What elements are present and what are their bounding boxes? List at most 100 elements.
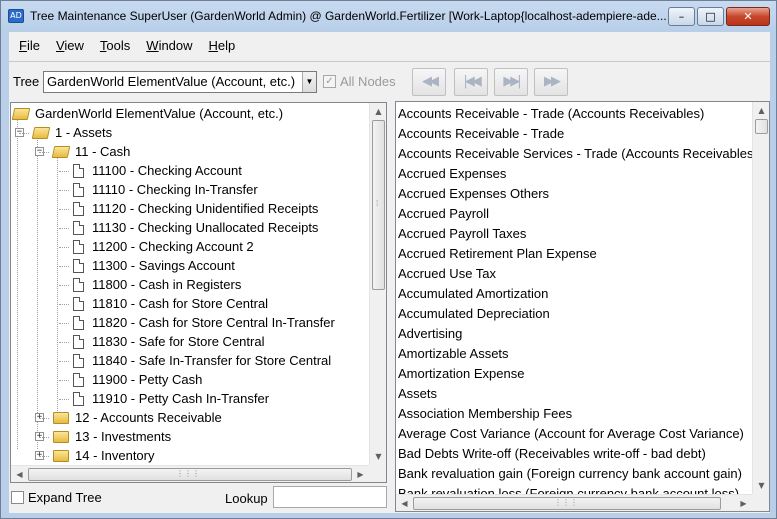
list-item[interactable]: Accrued Payroll Taxes [398,224,526,244]
tree-node-label: 11110 - Checking In-Transfer [92,182,258,197]
tree-leaf[interactable]: 11810 - Cash for Store Central [73,294,268,313]
document-icon [73,239,84,254]
tree-leaf[interactable]: 11820 - Cash for Store Central In-Transf… [73,313,335,332]
list-item[interactable]: Accumulated Depreciation [398,304,550,324]
tree-leaf[interactable]: 11120 - Checking Unidentified Receipts [73,199,318,218]
scroll-thumb[interactable]: ⁞ [372,120,385,290]
close-button[interactable]: ✕ [726,7,770,26]
last-button: ▶▶ [534,68,568,96]
tree-vertical-scrollbar[interactable]: ▲ ⁞ ▼ [369,103,386,465]
list-item[interactable]: Accrued Payroll [398,204,489,224]
checkbox-icon[interactable] [11,491,24,504]
menu-item[interactable]: View [48,32,92,59]
list-item[interactable]: Average Cost Variance (Account for Avera… [398,424,744,444]
tree-node-label: 11200 - Checking Account 2 [92,239,254,254]
tree-folder[interactable]: 1 - Assets [31,123,113,142]
menu-bar: File View Tools Window Help [9,32,770,59]
expand-tree-checkbox[interactable]: Expand Tree [11,490,102,505]
list-item[interactable]: Accumulated Amortization [398,284,548,304]
menu-item[interactable]: Help [201,32,244,59]
maximize-button[interactable]: □ [697,7,724,26]
lookup-label: Lookup [225,491,268,506]
scroll-up-icon[interactable]: ▲ [370,103,386,120]
list-item[interactable]: Accrued Expenses [398,164,506,184]
list-item[interactable]: Bank revaluation loss (Foreign currency … [398,484,739,494]
tree-leaf[interactable]: 11910 - Petty Cash In-Transfer [73,389,269,408]
tree-folder[interactable]: 14 - Inventory [53,446,155,465]
tree-label: Tree [13,74,40,89]
scroll-left-icon[interactable]: ◀ [11,466,28,482]
scroll-down-icon[interactable]: ▼ [753,477,769,494]
document-icon [73,296,84,311]
scroll-up-icon[interactable]: ▲ [753,102,769,119]
list-item[interactable]: Assets [398,384,437,404]
scroll-left-icon[interactable]: ◀ [396,495,413,511]
tree-node-label: 11130 - Checking Unallocated Receipts [92,220,319,235]
scroll-thumb-horizontal[interactable]: ⋮⋮⋮ [413,497,721,510]
list-item[interactable]: Association Membership Fees [398,404,572,424]
menu-item[interactable]: File [11,32,48,59]
tree-node-label: 11810 - Cash for Store Central [92,296,269,311]
list-item[interactable]: Accrued Retirement Plan Expense [398,244,597,264]
tree-node-label: 11910 - Petty Cash In-Transfer [92,391,270,406]
node-list-panel: Accounts Receivable - Trade (Accounts Re… [395,101,770,512]
tree-node-label: 13 - Investments [75,429,172,444]
list-item[interactable]: Accounts Receivable Services - Trade (Ac… [398,144,752,164]
list-vertical-scrollbar[interactable]: ▲ ▼ [752,102,769,494]
tree-node-label: 1 - Assets [55,125,113,140]
scroll-right-icon[interactable]: ▶ [352,466,369,482]
tree-leaf[interactable]: 11100 - Checking Account [73,161,242,180]
list-item[interactable]: Amortization Expense [398,364,524,384]
tree-select[interactable]: GardenWorld ElementValue (Account, etc.)… [43,71,317,93]
scroll-thumb[interactable] [755,119,768,134]
tree-folder[interactable]: 11 - Cash [51,142,131,161]
list-item[interactable]: Bank revaluation gain (Foreign currency … [398,464,742,484]
menu-item[interactable]: Tools [92,32,138,59]
lookup-input[interactable] [273,486,387,508]
first-icon: ◀◀ [422,74,439,89]
tree-node-label: GardenWorld ElementValue (Account, etc.) [35,106,284,121]
folder-open-icon [11,107,31,120]
list-item[interactable]: Accrued Expenses Others [398,184,549,204]
list-item[interactable]: Accounts Receivable - Trade [398,124,564,144]
tree-folder[interactable]: GardenWorld ElementValue (Account, etc.) [11,104,284,123]
tree-node-label: 11820 - Cash for Store Central In-Transf… [92,315,335,330]
tree-folder[interactable]: 12 - Accounts Receivable [53,408,222,427]
tree-leaf[interactable]: 11300 - Savings Account [73,256,235,275]
list-item[interactable]: Advertising [398,324,462,344]
scroll-thumb-horizontal[interactable]: ⋮⋮⋮ [28,468,352,481]
tree-leaf[interactable]: 11830 - Safe for Store Central [73,332,264,351]
scroll-right-icon[interactable]: ▶ [735,495,752,511]
list-item[interactable]: Amortizable Assets [398,344,509,364]
list-horizontal-scrollbar[interactable]: ◀ ⋮⋮⋮ ▶ [396,494,752,511]
tree-node-label: 11120 - Checking Unidentified Receipts [92,201,319,216]
tree-view[interactable]: GardenWorld ElementValue (Account, etc.)… [11,103,369,465]
tree-leaf[interactable]: 11110 - Checking In-Transfer [73,180,258,199]
tree-leaf[interactable]: 11900 - Petty Cash [73,370,202,389]
tree-leaf[interactable]: 11130 - Checking Unallocated Receipts [73,218,318,237]
checkbox-icon: ✓ [323,75,336,88]
client-area: File View Tools Window Help Tree GardenWorld… [9,32,770,513]
expand-tree-label: Expand Tree [28,490,102,505]
tree-leaf[interactable]: 11800 - Cash in Registers [73,275,241,294]
minimize-button[interactable]: – [668,7,695,26]
tree-folder[interactable]: 13 - Investments [53,427,171,446]
list-item[interactable]: Bad Debts Write-off (Receivables write-o… [398,444,706,464]
scroll-down-icon[interactable]: ▼ [370,448,386,465]
tree-node-label: 11 - Cash [75,144,131,159]
folder-open-icon [31,126,51,139]
folder-open-icon [51,145,71,158]
list-item[interactable]: Accounts Receivable - Trade (Accounts Re… [398,104,704,124]
chevron-down-icon[interactable]: ▼ [302,72,316,92]
previous-icon: |◀◀ [463,74,481,89]
node-list[interactable]: Accounts Receivable - Trade (Accounts Re… [396,102,752,494]
tree-leaf[interactable]: 11200 - Checking Account 2 [73,237,254,256]
document-icon [73,182,84,197]
menu-item[interactable]: Window [138,32,200,59]
document-icon [73,353,84,368]
tree-node-label: 11300 - Savings Account [92,258,235,273]
title-bar[interactable]: AD Tree Maintenance SuperUser (GardenWor… [1,1,776,31]
tree-leaf[interactable]: 11840 - Safe In-Transfer for Store Centr… [73,351,331,370]
tree-horizontal-scrollbar[interactable]: ◀ ⋮⋮⋮ ▶ [11,465,369,482]
list-item[interactable]: Accrued Use Tax [398,264,496,284]
